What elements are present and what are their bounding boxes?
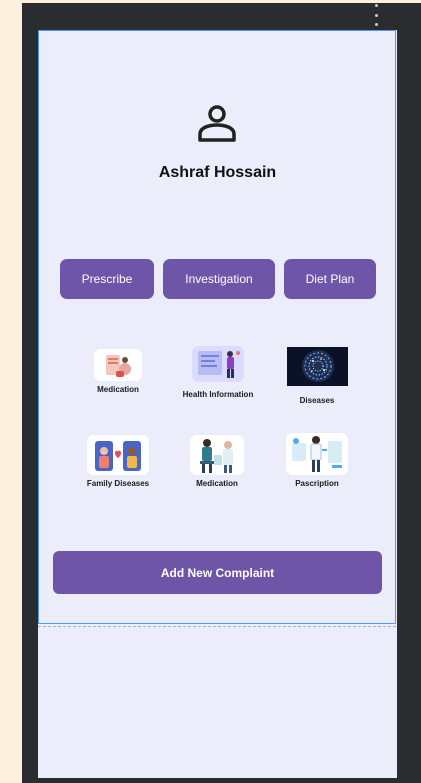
diet-plan-button[interactable]: Diet Plan — [284, 259, 376, 299]
tile-diseases[interactable]: Diseases — [271, 347, 363, 405]
tile-label: Diseases — [299, 396, 335, 405]
tile-medication[interactable]: Medication — [72, 349, 164, 394]
tile-pascription[interactable]: Pascription — [271, 433, 363, 488]
tile-health-information[interactable]: Health Information — [172, 346, 264, 399]
medication-doctor-illustration-icon — [190, 435, 244, 475]
tile-medication-doctor[interactable]: Medication — [171, 435, 263, 488]
health-information-illustration-icon — [192, 346, 244, 382]
more-options-icon[interactable] — [374, 4, 378, 26]
tile-label: Pascription — [295, 479, 339, 488]
prescribe-button[interactable]: Prescribe — [60, 259, 154, 299]
selection-guide-line — [38, 626, 396, 627]
prescription-illustration-icon — [286, 433, 348, 475]
diseases-illustration-icon — [286, 347, 348, 386]
tile-label: Medication — [196, 479, 238, 488]
investigation-button[interactable]: Investigation — [163, 259, 275, 299]
profile-name: Ashraf Hossain — [158, 164, 277, 181]
add-new-complaint-button[interactable]: Add New Complaint — [53, 551, 382, 594]
family-diseases-illustration-icon — [87, 435, 149, 475]
medication-illustration-icon — [94, 349, 142, 381]
tile-label: Health Information — [182, 390, 254, 399]
user-avatar-icon[interactable] — [196, 103, 238, 143]
tile-family-diseases[interactable]: Family Diseases — [72, 435, 164, 488]
tile-label: Medication — [97, 385, 139, 394]
tile-label: Family Diseases — [86, 479, 150, 488]
